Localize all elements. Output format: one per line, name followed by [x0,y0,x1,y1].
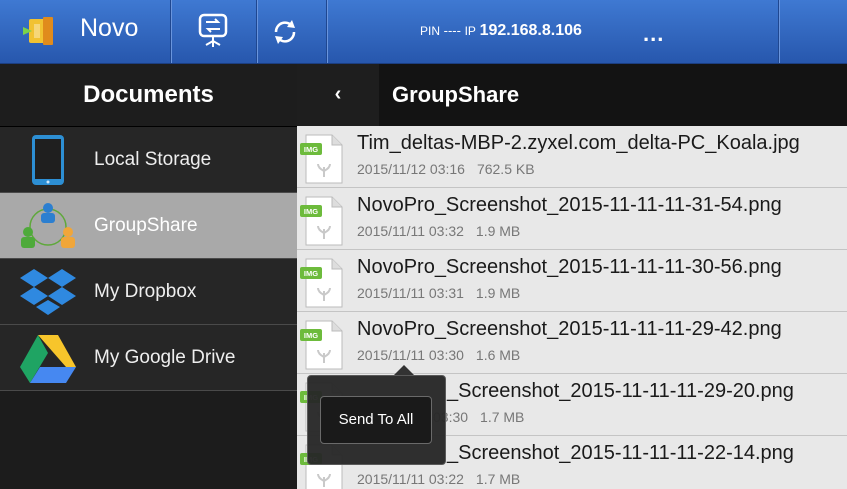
image-file-icon: IMG [300,319,346,371]
pin-value: ---- [443,23,461,38]
file-date: 2015/11/11 03:31 [357,285,464,301]
top-bar: Novo PIN ---- IP 192.168.8.106 ... [0,0,847,64]
svg-text:IMG: IMG [304,269,318,278]
file-name: Tim_deltas-MBP-2.zyxel.com_delta-PC_Koal… [357,132,800,154]
svg-text:IMG: IMG [304,145,318,154]
send-to-all-button[interactable]: Send To All [320,396,432,444]
image-file-icon: IMG [300,257,346,309]
svg-text:IMG: IMG [304,207,318,216]
panel-title: GroupShare [392,82,520,107]
image-file-icon: IMG [300,195,346,247]
google-drive-icon [18,331,78,385]
file-date: 2015/11/12 03:16 [357,161,465,177]
svg-text:IMG: IMG [304,331,318,340]
file-meta: 2015/11/11 03:32 1.9 MB [357,223,520,239]
file-row[interactable]: IMG NovoPro_Screenshot_2015-11-11-11-30-… [297,250,847,312]
file-row[interactable]: IMG NovoPro_Screenshot_2015-11-11-11-31-… [297,188,847,250]
file-date: 2015/11/11 03:22 [357,471,464,487]
file-meta: 03:30 1.7 MB [433,409,524,425]
image-file-icon: IMG [300,133,346,185]
file-meta: 2015/11/12 03:16 762.5 KB [357,161,535,177]
sidebar-item-label: My Dropbox [94,281,197,302]
dropbox-icon [18,265,78,319]
file-name: _Screenshot_2015-11-11-11-22-14.png [447,442,794,464]
connection-info: PIN ---- IP 192.168.8.106 [420,22,582,40]
file-size: 762.5 KB [476,161,535,177]
tablet-icon [18,133,78,187]
file-size: 1.6 MB [475,347,521,363]
file-size: 1.9 MB [475,285,521,301]
sidebar-item-google-drive[interactable]: My Google Drive [0,325,297,391]
back-button[interactable]: ‹ [297,64,379,126]
file-size: 1.7 MB [475,471,521,487]
refresh-icon[interactable] [268,16,302,48]
pin-label: PIN [420,24,441,38]
novo-logo-icon[interactable] [20,14,60,48]
file-name: NovoPro_Screenshot_2015-11-11-11-31-54.p… [357,194,782,216]
file-meta: 2015/11/11 03:31 1.9 MB [357,285,520,301]
sidebar: Documents Local Storage GroupShare My Dr… [0,64,297,489]
file-size: 1.7 MB [480,409,525,425]
sidebar-item-dropbox[interactable]: My Dropbox [0,259,297,325]
popup-arrow [394,365,414,375]
sidebar-item-label: My Google Drive [94,347,236,368]
file-name: _Screenshot_2015-11-11-11-29-20.png [447,380,794,402]
file-date: 2015/11/11 03:32 [357,223,464,239]
file-meta: 2015/11/11 03:22 1.7 MB [357,471,520,487]
file-row[interactable]: IMG NovoPro_Screenshot_2015-11-11-11-29-… [297,312,847,374]
sidebar-item-label: GroupShare [94,215,198,236]
ip-label: IP [464,24,476,38]
sidebar-item-groupshare[interactable]: GroupShare [0,193,297,259]
sidebar-item-label: Local Storage [94,149,212,170]
app-name[interactable]: Novo [80,14,138,43]
sidebar-item-local-storage[interactable]: Local Storage [0,127,297,193]
ip-value: 192.168.8.106 [479,22,582,39]
file-size: 1.9 MB [475,223,521,239]
file-date: 2015/11/11 03:30 [357,347,464,363]
file-name: NovoPro_Screenshot_2015-11-11-11-30-56.p… [357,256,782,278]
send-popup: Send To All [307,375,446,465]
panel-header: ‹ GroupShare [297,64,847,126]
group-share-icon [18,199,78,253]
presentation-control-icon[interactable] [186,9,240,55]
file-row[interactable]: IMG Tim_deltas-MBP-2.zyxel.com_delta-PC_… [297,126,847,188]
sidebar-title: Documents [0,64,297,127]
file-meta: 2015/11/11 03:30 1.6 MB [357,347,520,363]
file-name: NovoPro_Screenshot_2015-11-11-11-29-42.p… [357,318,782,340]
more-options-icon[interactable]: ... [643,23,664,45]
